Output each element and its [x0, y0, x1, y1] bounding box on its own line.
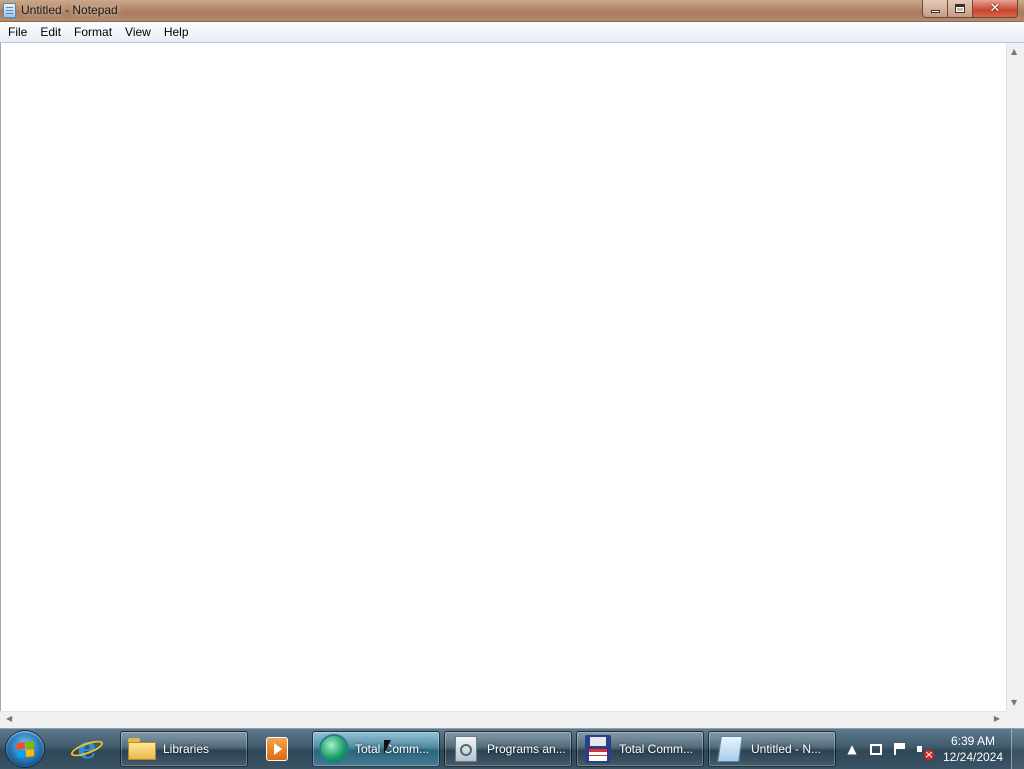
menu-file[interactable]: File — [2, 22, 33, 42]
clock-date: 12/24/2024 — [942, 750, 1004, 764]
internet-explorer-icon: e — [72, 734, 102, 764]
taskbar-button-total-commander-2[interactable]: Total Comm... — [576, 731, 704, 767]
horizontal-scrollbar[interactable]: ◀ ▶ — [0, 711, 1006, 728]
restore-button[interactable] — [948, 0, 973, 18]
menu-help[interactable]: Help — [158, 22, 195, 42]
notepad-icon[interactable] — [3, 3, 16, 18]
system-tray: ▲ — [840, 731, 936, 767]
taskbar-button-label: Total Comm... — [619, 742, 694, 756]
close-button[interactable]: ✕ — [973, 0, 1018, 18]
start-button[interactable] — [6, 731, 44, 767]
show-desktop-button[interactable] — [1011, 729, 1024, 769]
menu-format[interactable]: Format — [68, 22, 118, 42]
minimize-icon — [930, 10, 940, 13]
scrollbar-corner — [1006, 711, 1024, 728]
window-title: Untitled - Notepad — [21, 3, 118, 17]
globe-icon — [321, 736, 347, 762]
close-icon: ✕ — [989, 1, 1001, 16]
vertical-scrollbar[interactable]: ▲ ▼ — [1006, 43, 1024, 711]
folder-icon — [128, 738, 156, 760]
taskbar-button-label: Libraries — [163, 742, 210, 756]
action-center-flag-icon[interactable] — [888, 737, 912, 761]
taskbar-button-label: Total Comm... — [355, 742, 430, 756]
taskbar-button-label: Untitled - N... — [751, 742, 822, 756]
taskbar-button-label: Programs an... — [487, 742, 566, 756]
scroll-right-arrow-icon[interactable]: ▶ — [994, 714, 1000, 723]
text-editor-area[interactable] — [0, 43, 1007, 711]
taskbar-button-programs[interactable]: Programs an... — [444, 731, 572, 767]
minimize-button[interactable] — [922, 0, 948, 18]
menu-view[interactable]: View — [119, 22, 157, 42]
scroll-up-arrow-icon[interactable]: ▲ — [1011, 47, 1017, 56]
scroll-left-arrow-icon[interactable]: ◀ — [6, 714, 12, 723]
menu-edit[interactable]: Edit — [34, 22, 67, 42]
taskbar: e Libraries Total Comm... Programs an...… — [0, 728, 1024, 769]
scroll-down-arrow-icon[interactable]: ▼ — [1011, 698, 1017, 707]
notepad-icon — [717, 736, 743, 762]
pinned-media-player[interactable] — [254, 731, 300, 767]
pinned-internet-explorer[interactable]: e — [64, 731, 110, 767]
menu-bar: File Edit Format View Help — [0, 22, 1024, 43]
taskbar-button-libraries[interactable]: Libraries — [120, 731, 248, 767]
mouse-cursor-icon — [384, 740, 391, 754]
media-player-icon — [266, 737, 288, 761]
show-hidden-icons-icon[interactable]: ▲ — [840, 737, 864, 761]
programs-icon — [455, 736, 477, 762]
restore-icon — [955, 4, 965, 13]
clock[interactable]: 6:39 AM 12/24/2024 — [934, 733, 1012, 765]
floppy-disk-icon — [585, 735, 611, 763]
windows-logo-icon — [16, 740, 34, 758]
caption-buttons: ✕ — [922, 0, 1018, 19]
network-icon[interactable] — [864, 737, 888, 761]
clock-time: 6:39 AM — [950, 734, 996, 748]
volume-muted-icon[interactable] — [912, 737, 936, 761]
title-bar[interactable]: Untitled - Notepad ✕ — [0, 0, 1024, 22]
taskbar-button-notepad[interactable]: Untitled - N... — [708, 731, 836, 767]
taskbar-button-total-commander-1[interactable]: Total Comm... — [312, 731, 440, 767]
